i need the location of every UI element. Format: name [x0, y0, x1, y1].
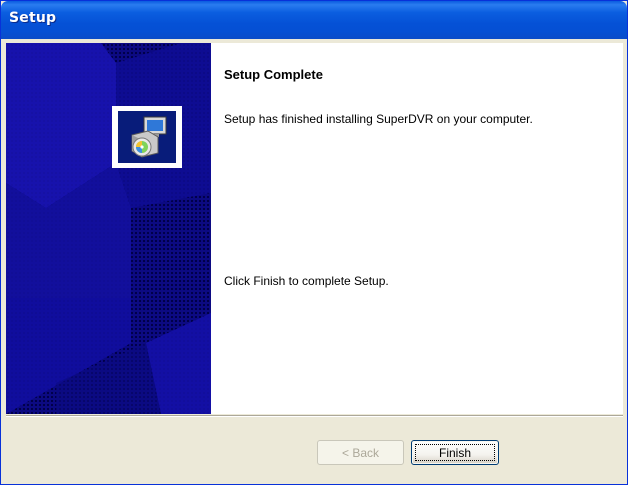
wizard-content: Setup Complete Setup has finished instal…: [211, 43, 623, 414]
setup-icon-frame: [112, 106, 182, 168]
back-button-label: < Back: [341, 445, 380, 460]
finish-instruction: Click Finish to complete Setup.: [224, 274, 389, 288]
window-title: Setup: [9, 10, 57, 26]
installer-graphic: [118, 111, 176, 163]
finish-button[interactable]: Finish: [411, 440, 499, 465]
banner-artwork: [6, 43, 211, 414]
back-button[interactable]: < Back: [317, 440, 404, 465]
page-title: Setup Complete: [224, 67, 323, 82]
footer-divider: [6, 415, 623, 417]
setup-installer-icon: [118, 111, 176, 163]
finish-button-label: Finish: [438, 445, 471, 460]
completion-message: Setup has finished installing SuperDVR o…: [224, 112, 533, 126]
setup-window: Setup Setup Complete Setup has finished …: [0, 0, 628, 485]
wizard-side-banner: [6, 43, 211, 414]
title-bar[interactable]: Setup: [1, 1, 627, 39]
